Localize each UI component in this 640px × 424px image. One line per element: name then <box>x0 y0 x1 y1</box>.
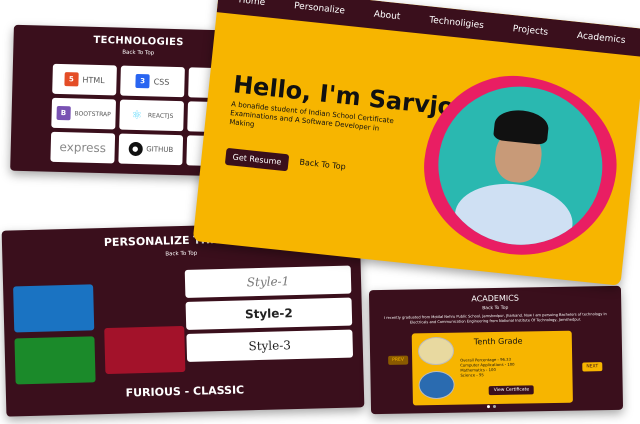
nav-technologies[interactable]: Technoligies <box>429 15 485 31</box>
express-icon: express <box>59 139 107 156</box>
prev-button[interactable]: PREV <box>388 355 409 365</box>
nav-academics[interactable]: Academics <box>576 31 625 46</box>
stat-line: Science - 95 <box>460 372 484 378</box>
nav-personalize[interactable]: Personalize <box>294 1 346 16</box>
tech-tile-bootstrap: B BOOTSTRAP <box>51 97 117 130</box>
tech-label: GITHUB <box>146 145 174 154</box>
carousel-dot[interactable] <box>486 405 491 409</box>
nav-about[interactable]: About <box>373 10 401 23</box>
bootstrap-icon: B <box>56 105 71 121</box>
theme-swatch-blue[interactable] <box>13 284 95 333</box>
tech-tile-github: ● GITHUB <box>118 133 184 166</box>
carousel-dot[interactable] <box>492 405 497 409</box>
react-icon: ⚛ <box>129 107 145 123</box>
theme-swatch-red[interactable] <box>104 325 186 375</box>
carousel-dots <box>486 405 497 409</box>
tech-tile-css: 3 CSS <box>120 65 185 98</box>
school-logo-icon <box>417 336 455 366</box>
hero-card: Home Personalize About Technoligies Proj… <box>192 0 640 286</box>
academics-carousel-card: Tenth Grade Overall Percentage - 96.33 C… <box>411 330 573 406</box>
style-3-button[interactable]: Style-3 <box>186 329 354 362</box>
tech-tile-react: ⚛ REACTJS <box>119 99 185 132</box>
tech-tile-html: 5 HTML <box>52 63 117 96</box>
tech-label: BOOTSTRAP <box>74 109 111 118</box>
tech-tile-express: express <box>50 131 116 164</box>
current-theme-label: FURIOUS - CLASSIC <box>125 383 245 400</box>
github-icon: ● <box>128 141 143 157</box>
photo-turban <box>492 107 550 146</box>
style-1-button[interactable]: Style-1 <box>184 265 352 298</box>
grade-stats: Overall Percentage - 96.33 Computer Appl… <box>460 357 515 378</box>
nav-home[interactable]: Home <box>238 0 265 8</box>
back-to-top-link[interactable]: Back To Top <box>299 158 346 172</box>
grade-title: Tenth Grade <box>473 336 523 347</box>
tech-label: HTML <box>82 75 105 85</box>
css3-icon: 3 <box>135 73 150 89</box>
top-navbar: Home Personalize About Technoligies Proj… <box>216 0 640 58</box>
view-certificate-button[interactable]: View Certificate <box>488 385 535 396</box>
next-button[interactable]: NEXT <box>582 362 603 372</box>
academics-card: ACADEMICS Back To Top I recently graduat… <box>368 285 624 415</box>
style-2-button[interactable]: Style-2 <box>185 297 353 330</box>
academics-title: ACADEMICS <box>471 293 519 304</box>
theme-swatch-green[interactable] <box>14 336 96 385</box>
tech-label: REACTJS <box>147 111 174 120</box>
get-resume-button[interactable]: Get Resume <box>224 147 290 172</box>
nav-projects[interactable]: Projects <box>512 24 548 38</box>
academics-description: I recently graduated from Motilal Nehru … <box>383 312 607 325</box>
html5-icon: 5 <box>64 72 79 87</box>
board-logo-icon <box>418 370 455 400</box>
tech-label: CSS <box>153 76 170 87</box>
